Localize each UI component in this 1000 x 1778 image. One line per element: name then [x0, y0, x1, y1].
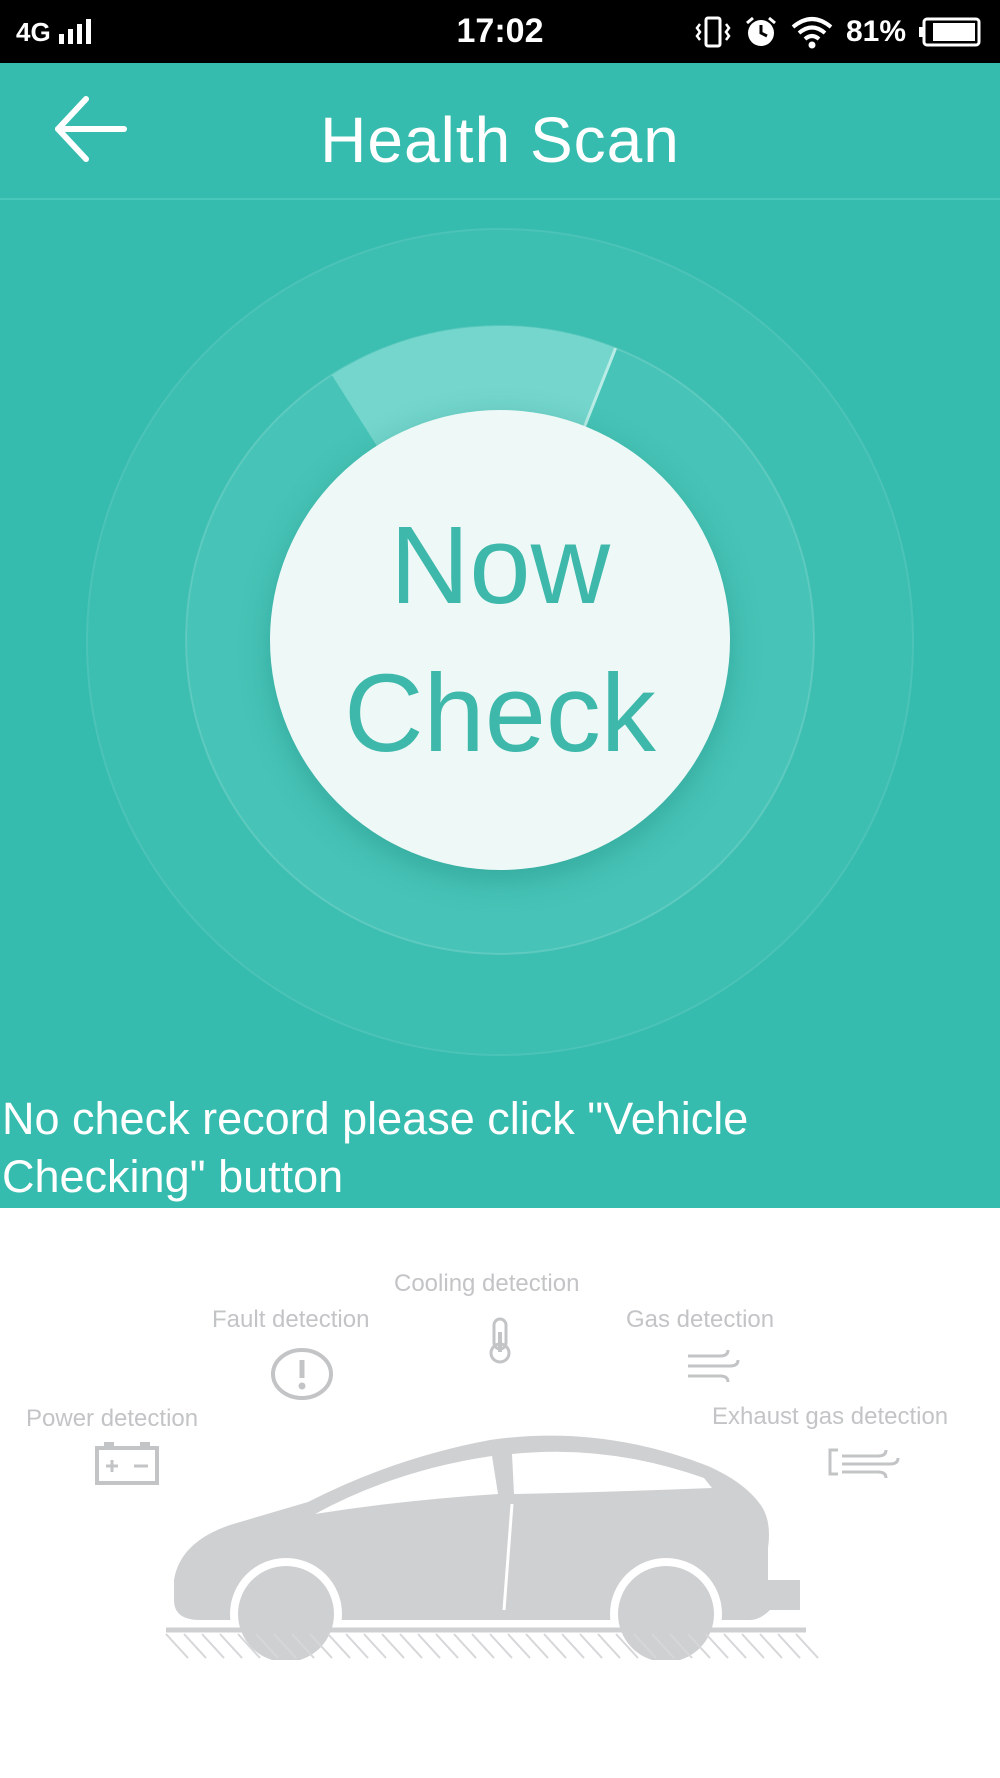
ground-hatch-line	[381, 1633, 405, 1659]
fault-detection-label: Fault detection	[212, 1306, 370, 1333]
ground-hatch-line	[399, 1633, 423, 1659]
status-right: 81%	[694, 12, 982, 52]
ground-hatch-line	[345, 1633, 369, 1659]
ground-hatch-line	[489, 1633, 513, 1659]
scan-panel: Now Check No check record please click "…	[0, 200, 1000, 1208]
ground-hatch-line	[183, 1633, 207, 1659]
ground-hatch-line	[795, 1633, 819, 1659]
now-check-button[interactable]: Now Check	[270, 410, 730, 870]
ground-hatch-line	[777, 1633, 801, 1659]
ground-hatch-line	[201, 1633, 225, 1659]
car-illustration	[165, 1435, 819, 1660]
now-check-line2: Check	[344, 652, 656, 775]
wind-icon	[688, 1349, 740, 1383]
ground-hatch-line	[453, 1633, 477, 1659]
ground-hatch-line	[507, 1633, 531, 1659]
status-bar: 4G 17:02 81%	[0, 0, 1000, 63]
wifi-icon	[791, 17, 833, 49]
ground-hatch-line	[723, 1633, 747, 1659]
exhaust-detection-label: Exhaust gas detection	[712, 1403, 949, 1430]
thermometer-icon	[489, 1317, 511, 1364]
ground-hatch-line	[435, 1633, 459, 1659]
ground-hatch-line	[165, 1633, 189, 1659]
battery-icon	[919, 17, 981, 47]
power-detection-label: Power detection	[26, 1405, 199, 1432]
cooling-detection-label: Cooling detection	[394, 1270, 580, 1297]
battery-power-icon	[95, 1442, 159, 1485]
app-header: Health Scan	[0, 63, 1000, 200]
vibrate-icon	[695, 16, 731, 48]
ground-hatch-line	[579, 1633, 603, 1659]
progress-arc	[331, 326, 616, 448]
battery-percent: 81%	[845, 15, 906, 48]
ground-hatch-line	[543, 1633, 567, 1659]
exclamation-icon	[271, 1348, 333, 1400]
ground-hatch-line	[741, 1633, 765, 1659]
page-title: Health Scan	[320, 104, 680, 176]
alarm-icon	[745, 16, 776, 46]
exhaust-icon	[828, 1448, 900, 1479]
ground-hatch-line	[363, 1633, 387, 1659]
gas-detection-label: Gas detection	[626, 1306, 775, 1333]
car-wheel-rear	[610, 1558, 722, 1660]
ground-hatch-line	[561, 1633, 585, 1659]
ground-hatch-line	[471, 1633, 495, 1659]
no-record-hint: No check record please click "Vehicle Ch…	[2, 1093, 749, 1202]
now-check-line1: Now	[389, 504, 611, 627]
ground-hatch-line	[525, 1633, 549, 1659]
ground-hatch-line	[417, 1633, 441, 1659]
ground-hatch-line	[759, 1633, 783, 1659]
